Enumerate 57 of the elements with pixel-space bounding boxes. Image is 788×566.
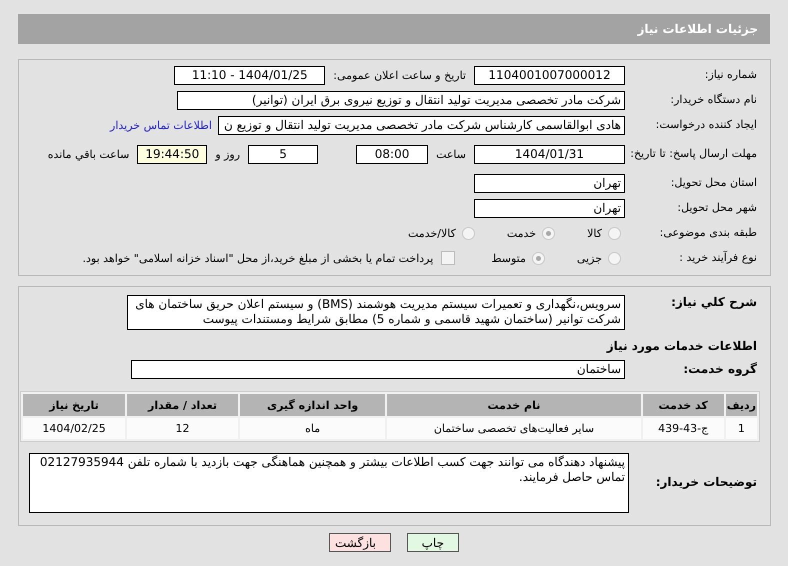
city-field[interactable]: تهران (474, 198, 625, 218)
table-cell: 1404/02/25 (23, 418, 126, 439)
radio-button[interactable] (532, 252, 545, 264)
table-cell: 1 (726, 418, 757, 439)
column-header: تعداد / مقدار (127, 394, 238, 416)
need-number-field[interactable]: 1104001007000012 (474, 66, 625, 84)
radio-label: کالا (587, 226, 602, 240)
field-label: استان محل تحویل: (670, 176, 758, 190)
back-button[interactable]: بازگشت (329, 533, 391, 552)
field-label: ساعت (436, 148, 466, 160)
field-label: شهر محل تحویل: (676, 201, 758, 215)
print-button[interactable]: چاپ (407, 533, 459, 552)
buyer-contact-link[interactable]: اطلاعات تماس خریدار (110, 118, 212, 132)
announce-date-field[interactable]: 1404/01/25 - 11:10 (174, 66, 326, 84)
days-field[interactable]: 5 (248, 144, 318, 164)
field-label: نوع فرآیند خرید : (678, 251, 758, 265)
table-cell: سایر فعالیت‌های تخصصی ساختمان (387, 418, 641, 439)
column-header: نام خدمت (387, 394, 641, 416)
field-label: نام دستگاه خریدار: (669, 93, 758, 107)
field-label: توضیحات خریدار: (654, 475, 758, 490)
radio-button[interactable] (462, 226, 475, 240)
radio-label: جزیی (576, 252, 602, 264)
radio-button[interactable] (608, 252, 621, 264)
field-label: طبقه بندی موضوعی: (658, 226, 758, 240)
notes-field[interactable]: پیشنهاد دهندگاه می توانند جهت کسب اطلاعات بیشتر و همچنین هماهنگی جهت بازدید با شماره تلفن 02127935944 تماس حاصل فرمایند. (29, 453, 629, 513)
deadline-time-field[interactable]: 08:00 (356, 144, 428, 164)
column-header: واحد اندازه گیری (240, 394, 386, 416)
checkbox-label: پرداخت تمام یا بخشی از مبلغ خرید،از محل "اسناد خزانه اسلامی" خواهد بود. (82, 252, 434, 264)
field-label: مهلت ارسال پاسخ: تا تاریخ: (629, 147, 758, 161)
radio-label: خدمت (506, 226, 536, 240)
column-header: تاریخ نیاز (23, 394, 126, 416)
description-field[interactable]: سرویس،نگهداری و تعمیرات سیستم مدیریت هوشمند (BMS) و سیستم اعلان حریق ساختمان های شرکت توانیر (ساختمان شهید قاسمی و شماره 5) مطابق شرایط ومستندات پیوست (127, 295, 625, 330)
checkbox[interactable] (441, 251, 456, 265)
field-label: ساعت باقي مانده (48, 148, 130, 160)
field-label: ایجاد کننده درخواست: (654, 118, 758, 132)
buyer-field[interactable]: شرکت مادر تخصصی مدیریت تولید انتقال و توزیع نیروی برق ایران (توانیر) (177, 90, 625, 110)
section-heading: اطلاعات خدمات مورد نیاز (605, 339, 758, 353)
province-field[interactable]: تهران (474, 174, 625, 192)
radio-label: کالا/خدمت (408, 226, 456, 240)
requester-field[interactable]: هادی ابوالقاسمی کارشناس شرکت مادر تخصصی مدیریت تولید انتقال و توزیع ن (218, 116, 625, 134)
deadline-date-field[interactable]: 1404/01/31 (474, 144, 625, 164)
field-label: شرح كلي نياز: (670, 295, 758, 310)
column-header: کد خدمت (642, 394, 724, 416)
page-header: جزئیات اطلاعات نیاز (18, 14, 770, 44)
field-label: روز و (215, 148, 240, 160)
table-cell: ج-43-439 (642, 418, 724, 439)
table-cell: ماه (240, 418, 386, 439)
radio-button[interactable] (608, 226, 621, 240)
radio-label: متوسط (491, 252, 526, 264)
radio-button[interactable] (542, 226, 556, 240)
field-label: گروه خدمت: (682, 362, 758, 376)
field-label: تاریخ و ساعت اعلان عمومی: (333, 68, 466, 82)
column-header: ردیف (726, 394, 757, 416)
field-label: شماره نیاز: (704, 68, 758, 82)
remaining-time-field[interactable]: 19:44:50 (137, 144, 208, 164)
table-cell: 12 (127, 418, 238, 439)
service-group-field[interactable]: ساختمان (131, 360, 625, 378)
